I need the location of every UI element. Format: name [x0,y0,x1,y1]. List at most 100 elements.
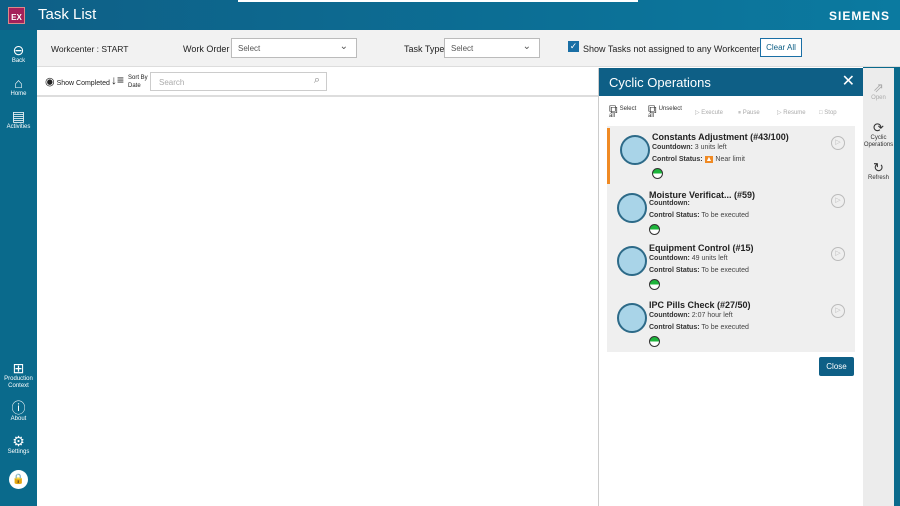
status-label: Control Status: [652,156,703,163]
unselect-all-icon: ⧉ [648,102,657,116]
brand-logo: SIEMENS [828,9,890,23]
work-order-label: Work Order [183,44,230,54]
countdown-label: Countdown: [652,144,693,151]
operations-list: Constants Adjustment (#43/100) Countdown… [607,126,855,352]
play-icon[interactable]: ▷ [831,247,845,261]
info-icon: ⓘ [11,400,26,416]
status-label: Control Status: [649,324,700,331]
select-value: Select [451,44,474,53]
close-button[interactable]: Close [819,357,854,376]
page-title: Task List [38,6,97,23]
status-value: To be executed [701,267,749,274]
list-item[interactable]: Equipment Control (#15) Countdown: 49 un… [607,239,855,295]
gear-icon: ⚙ [12,433,25,449]
home-icon: ⌂ [14,75,23,91]
open-button[interactable]: ⇗ Open [863,80,894,102]
status-indicator [652,168,663,179]
clear-all-button[interactable]: Clear All [760,38,802,57]
list-item[interactable]: Constants Adjustment (#43/100) Countdown… [607,128,855,184]
label: Sort By [128,75,148,81]
resume-button[interactable]: ▷ Resume [777,110,806,117]
sidebar-item-home[interactable]: ⌂ Home [0,75,37,98]
select-all-button[interactable]: ⧉ Select all [609,103,636,120]
cyclic-operation-icon [620,135,650,165]
label: Home [10,91,27,97]
select-value: Select [238,44,261,53]
task-type-label: Task Type [404,44,445,54]
item-title: IPC Pills Check (#27/50) [649,300,751,310]
chevron-down-icon: ⌄ [522,41,531,52]
label: Production Context [4,376,33,389]
pause-icon: ⏸ [738,110,742,116]
label: Open [871,95,886,101]
unassigned-label: Show Tasks not assigned to any Workcente… [583,44,760,54]
task-type-select[interactable]: Select ⌄ [444,38,540,58]
stop-button[interactable]: □ Stop [819,110,837,117]
unassigned-checkbox[interactable]: ✓ [568,41,579,52]
item-title: Moisture Verificat... (#59) [649,190,756,200]
label: Show Completed [56,80,110,87]
cyclic-operations-panel: Cyclic Operations ✕ ⧉ Select all ⧉ Unselect a… [598,68,863,506]
user-avatar-icon[interactable]: 🔒 [9,470,28,489]
title-bar: EX Task List SIEMENS [0,0,900,30]
status-label: Control Status: [649,267,700,274]
cyclic-operation-icon [617,193,647,223]
sidebar-item-production-context[interactable]: ⊞ Production Context [0,360,37,390]
close-icon[interactable]: ✕ [842,71,855,91]
refresh-button[interactable]: ↻ Refresh [863,160,894,182]
countdown-value: 49 units left [691,255,728,262]
play-icon: ▷ [695,110,700,116]
cycle-icon: ⟳ [873,120,884,135]
list-item[interactable]: IPC Pills Check (#27/50) Countdown: 2:07… [607,296,855,352]
status-label: Control Status: [649,212,700,219]
sidebar-item-settings[interactable]: ⚙ Settings [0,433,37,456]
sidebar-item-back[interactable]: ⊖ Back [0,42,37,65]
chevron-down-icon: ⌄ [339,41,348,52]
label: all [609,113,616,119]
pause-button[interactable]: ⏸ Pause [738,110,760,117]
grid-edit-icon: ⊞ [12,360,25,376]
label: Back [11,58,26,64]
work-order-select[interactable]: Select ⌄ [231,38,357,58]
status-value: Near limit [715,156,745,163]
panel-title: Cyclic Operations [609,75,711,90]
countdown-label: Countdown: [649,200,690,207]
panel-header: Cyclic Operations ✕ [599,68,863,96]
open-icon: ⇗ [873,80,884,95]
label: Unselect [658,106,682,112]
label: Refresh [867,175,889,181]
divider [238,0,638,2]
list-item[interactable]: Moisture Verificat... (#59) Countdown: C… [607,186,855,242]
sidebar-item-about[interactable]: ⓘ About [0,400,37,423]
execute-button[interactable]: ▷ Execute [695,110,723,117]
countdown-label: Countdown: [649,312,690,319]
show-completed-toggle[interactable]: ◉ Show Completed [45,75,110,88]
countdown-value: 3 units left [694,144,727,151]
cyclic-operation-icon [617,246,647,276]
app-logo: EX [8,7,25,24]
status-indicator [649,279,660,290]
search-input[interactable]: Search ⌕ [150,72,327,91]
cyclic-operations-button[interactable]: ⟳ Cyclic Operations [863,120,894,149]
eye-icon: ◉ [45,76,55,88]
label: Settings [7,449,30,455]
sort-by-date-button[interactable]: Sort By Date [128,74,148,90]
label: Operations [863,142,894,148]
play-icon[interactable]: ▷ [831,136,845,150]
play-icon[interactable]: ▷ [831,194,845,208]
unselect-all-button[interactable]: ⧉ Unselect all [648,102,682,120]
label: Resume [783,110,806,116]
resume-icon: ▷ [777,110,782,116]
item-title: Constants Adjustment (#43/100) [652,132,789,142]
search-icon: ⌕ [313,74,320,86]
label: Stop [824,110,837,116]
label: Execute [701,110,723,116]
back-arrow-icon: ⊖ [12,42,25,58]
play-icon[interactable]: ▷ [831,304,845,318]
placeholder: Search [159,78,185,87]
sort-icon[interactable]: ↓≡ [111,73,124,87]
status-value: To be executed [701,212,749,219]
right-action-rail: ⇗ Open ⟳ Cyclic Operations ↻ Refresh [863,68,894,506]
sidebar: ⊖ Back ⌂ Home ▤ Activities ⊞ Production Cont… [0,30,37,506]
sidebar-item-activities[interactable]: ▤ Activities [0,108,37,131]
